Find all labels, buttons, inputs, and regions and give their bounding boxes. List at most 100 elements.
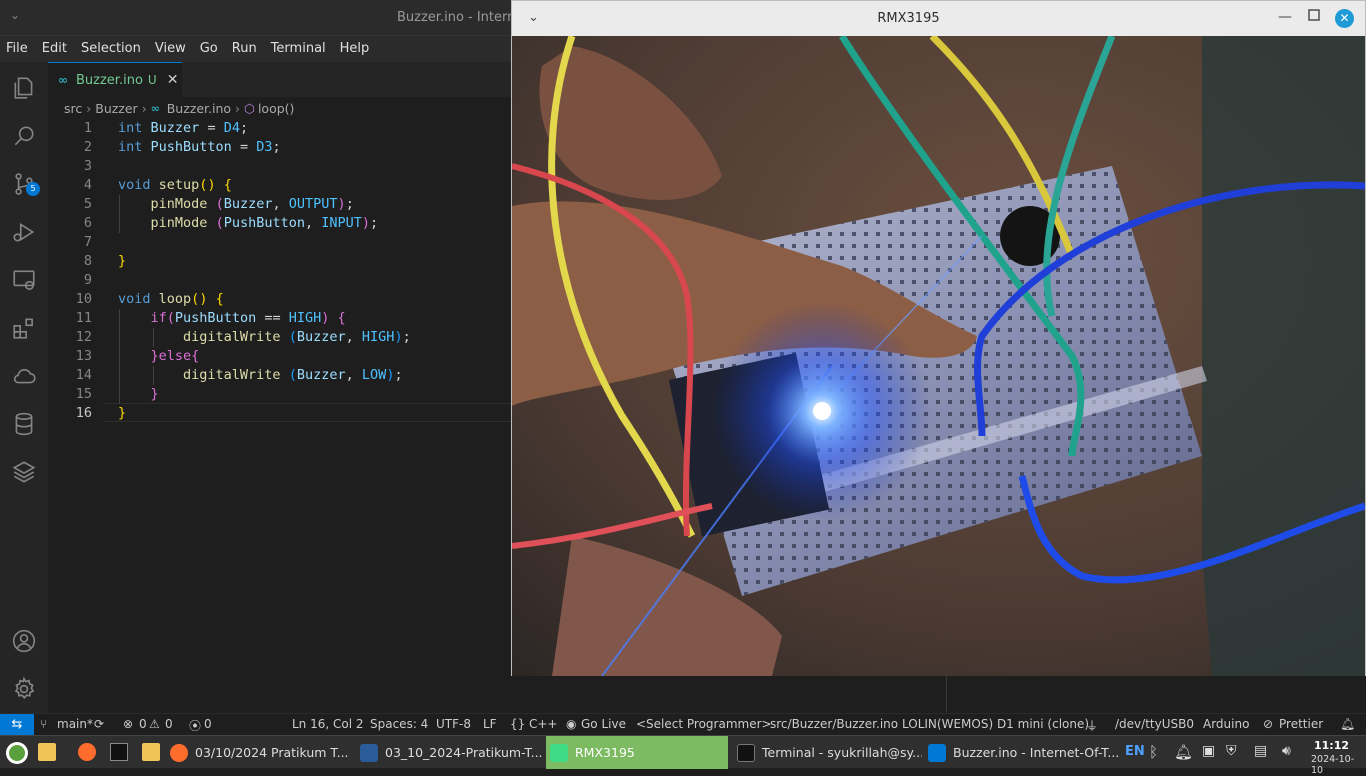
braces-icon: {}: [510, 717, 526, 731]
menu-view[interactable]: View: [148, 36, 193, 62]
taskbar-app-label: 03/10/2024 Pratikum T...: [195, 745, 349, 760]
status-bar: ⇆ ⑂ main* ⟳ ⊗ 0 ⚠ 0 ⦿ 0 Ln 16, Col 2 Spa…: [0, 713, 1366, 736]
camera-window[interactable]: ⌄ RMX3195 — ✕: [511, 0, 1366, 676]
warning-icon[interactable]: ⚠: [149, 717, 160, 731]
menu-help[interactable]: Help: [333, 36, 377, 62]
status-prettier[interactable]: Prettier: [1279, 717, 1323, 731]
status-language[interactable]: C++: [529, 717, 558, 731]
menu-file[interactable]: File: [0, 36, 35, 62]
folder-launcher-icon[interactable]: [142, 743, 160, 761]
shield-update-icon[interactable]: ⛨: [1226, 743, 1244, 761]
code-line[interactable]: 4 void setup() {: [48, 176, 511, 195]
line-number: 14: [75, 367, 92, 383]
status-sketch[interactable]: src/Buzzer/Buzzer.ino: [770, 717, 898, 731]
clipboard-icon[interactable]: ▣: [1202, 743, 1220, 761]
breadcrumb-src[interactable]: src: [64, 101, 82, 116]
status-errors[interactable]: 0: [139, 717, 147, 731]
keyboard-layout[interactable]: EN: [1125, 744, 1145, 759]
code-line[interactable]: 11 if(PushButton == HIGH) {: [48, 309, 511, 328]
code-line[interactable]: 7: [48, 233, 511, 252]
status-cursor-position[interactable]: Ln 16, Col 2: [292, 717, 364, 731]
tab-buzzer-ino[interactable]: ∞ Buzzer.ino U ✕: [48, 62, 182, 97]
code-line[interactable]: 9: [48, 271, 511, 290]
code-line[interactable]: 14 digitalWrite (Buzzer, LOW);: [48, 366, 511, 385]
layers-icon[interactable]: [0, 448, 48, 496]
battery-icon[interactable]: ▤: [1254, 743, 1272, 761]
menu-terminal[interactable]: Terminal: [264, 36, 333, 62]
taskbar-app-vscode[interactable]: Buzzer.ino - Internet-Of-T...: [928, 736, 1118, 769]
status-indentation[interactable]: Spaces: 4: [370, 717, 428, 731]
close-icon[interactable]: ✕: [1335, 9, 1354, 28]
maximize-icon[interactable]: [1308, 9, 1320, 21]
run-debug-icon[interactable]: [0, 208, 48, 256]
code-line[interactable]: 8}: [48, 252, 511, 271]
status-go-live[interactable]: Go Live: [581, 717, 626, 731]
clock-time[interactable]: 11:12: [1314, 739, 1349, 752]
taskbar-app-browser[interactable]: 03/10/2024 Pratikum T...: [170, 736, 352, 769]
status-eol[interactable]: LF: [483, 717, 497, 731]
code-line[interactable]: 16}: [48, 404, 511, 423]
explorer-icon[interactable]: [0, 64, 48, 112]
code-line[interactable]: 3: [48, 157, 511, 176]
menu-edit[interactable]: Edit: [35, 36, 74, 62]
ports-icon[interactable]: ⦿: [189, 717, 201, 734]
taskbar-app-rmx3195[interactable]: RMX3195: [546, 736, 728, 769]
line-number: 12: [75, 329, 92, 345]
code-line[interactable]: 6 pinMode (PushButton, INPUT);: [48, 214, 511, 233]
account-icon[interactable]: [0, 617, 48, 665]
vscode-icon: [928, 743, 946, 762]
scm-badge: 5: [26, 182, 40, 196]
code-line[interactable]: 5 pinMode (Buzzer, OUTPUT);: [48, 195, 511, 214]
source-control-icon[interactable]: [0, 160, 48, 208]
code-line[interactable]: 12 digitalWrite (Buzzer, HIGH);: [48, 328, 511, 347]
notifications-bell-icon[interactable]: 🔔︎: [1340, 717, 1355, 731]
status-programmer[interactable]: <Select Programmer>: [636, 717, 772, 731]
error-icon[interactable]: ⊗: [123, 717, 133, 731]
camera-window-titlebar[interactable]: ⌄ RMX3195 — ✕: [512, 1, 1365, 36]
bluetooth-icon[interactable]: ᛒ: [1149, 743, 1167, 761]
database-icon[interactable]: [0, 400, 48, 448]
line-number: 6: [83, 215, 92, 231]
code-line[interactable]: 1 int Buzzer = D4;: [48, 119, 511, 138]
status-port[interactable]: /dev/ttyUSB0: [1115, 717, 1194, 731]
files-folder-icon[interactable]: [38, 743, 56, 761]
status-warnings[interactable]: 0: [165, 717, 173, 731]
settings-gear-icon[interactable]: [0, 665, 48, 713]
menu-selection[interactable]: Selection: [74, 36, 148, 62]
breadcrumb-symbol[interactable]: loop(): [258, 101, 294, 116]
sync-icon[interactable]: ⟳: [94, 717, 104, 731]
remote-explorer-icon[interactable]: [0, 256, 48, 304]
remote-connection-icon[interactable]: ⇆: [0, 714, 34, 736]
code-line[interactable]: 10 void loop() {: [48, 290, 511, 309]
breadcrumb-file[interactable]: Buzzer.ino: [167, 101, 231, 116]
breadcrumb-buzzer[interactable]: Buzzer: [95, 101, 137, 116]
search-icon[interactable]: [0, 112, 48, 160]
mint-menu-icon[interactable]: [6, 742, 28, 764]
extensions-icon[interactable]: [0, 304, 48, 352]
status-ports[interactable]: 0: [204, 717, 212, 731]
minimize-icon[interactable]: —: [1278, 9, 1292, 25]
menu-go[interactable]: Go: [193, 36, 225, 62]
code-line[interactable]: 2 int PushButton = D3;: [48, 138, 511, 157]
code-editor[interactable]: 1 int Buzzer = D4; 2 int PushButton = D3; 3 4…: [48, 119, 511, 519]
line-number: 7: [83, 234, 92, 250]
tab-close-icon[interactable]: ✕: [167, 72, 179, 88]
menu-run[interactable]: Run: [225, 36, 264, 62]
status-board[interactable]: LOLIN(WEMOS) D1 mini (clone): [902, 717, 1089, 731]
window-menu-chevron-icon[interactable]: ⌄: [10, 8, 26, 24]
code-line[interactable]: 13 }else{: [48, 347, 511, 366]
status-arduino[interactable]: Arduino: [1203, 717, 1249, 731]
firefox-icon[interactable]: [78, 743, 96, 761]
notifications-icon[interactable]: 🔔︎: [1174, 743, 1193, 761]
taskbar-app-terminal[interactable]: Terminal - syukrillah@sy...: [737, 736, 922, 769]
clock-date[interactable]: 2024-10-10: [1311, 754, 1366, 776]
plug-icon[interactable]: ⏚: [1086, 717, 1098, 734]
volume-icon[interactable]: 🔊︎: [1282, 743, 1300, 761]
status-branch[interactable]: main*: [57, 717, 93, 731]
code-line[interactable]: 15 }: [48, 385, 511, 404]
terminal-launcher-icon[interactable]: [110, 743, 128, 761]
status-encoding[interactable]: UTF-8: [436, 717, 471, 731]
cloud-icon[interactable]: [0, 352, 48, 400]
line-number: 4: [83, 177, 92, 193]
taskbar-app-document[interactable]: 03_10_2024-Pratikum-T...: [360, 736, 546, 769]
